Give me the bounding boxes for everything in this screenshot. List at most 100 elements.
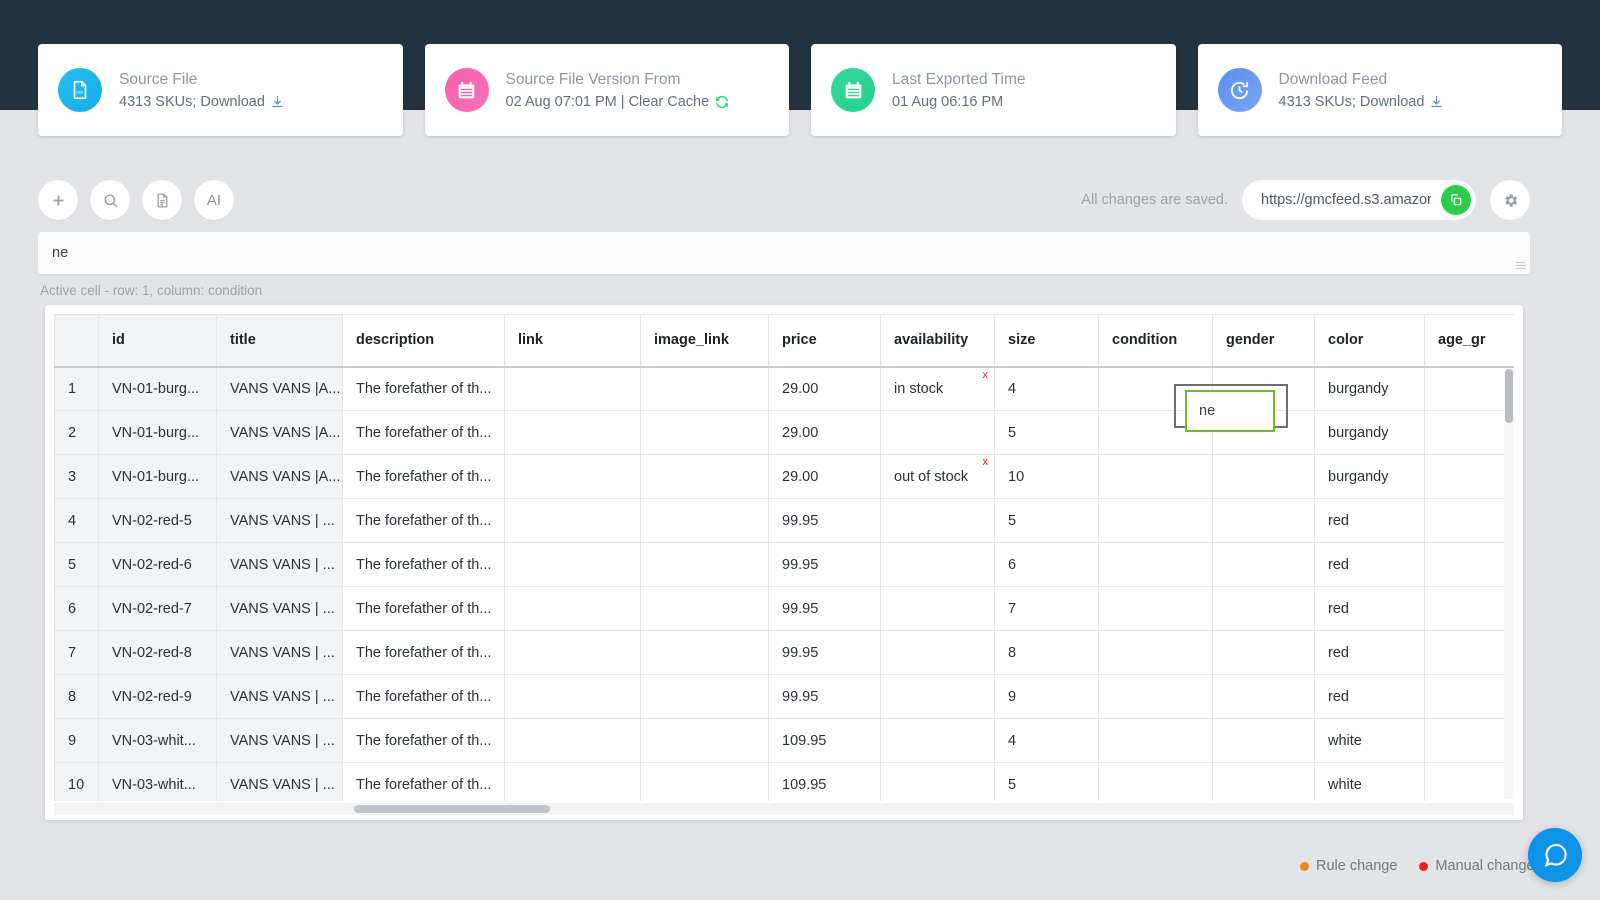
table-row[interactable]: 5 VN-02-red-6 VANS VANS | ... The forefa… xyxy=(54,542,1514,587)
cell-title[interactable]: VANS VANS |A... xyxy=(216,454,343,499)
row-number[interactable]: 3 xyxy=(54,454,99,499)
cell-color[interactable]: white xyxy=(1314,762,1425,801)
cell-title[interactable]: VANS VANS |A... xyxy=(216,366,343,411)
table-row[interactable]: 1 VN-01-burg... VANS VANS |A... The fore… xyxy=(54,366,1514,411)
cell-image-link[interactable] xyxy=(640,586,769,631)
cell-description[interactable]: The forefather of th... xyxy=(342,542,505,587)
cell-id[interactable]: VN-01-burg... xyxy=(98,410,217,455)
cell-gender[interactable] xyxy=(1212,542,1315,587)
cell-price[interactable]: 29.00 xyxy=(768,410,881,455)
cell-age-group[interactable] xyxy=(1424,542,1514,587)
cell-editor-input[interactable]: ne xyxy=(1185,390,1275,432)
cell-title[interactable]: VANS VANS | ... xyxy=(216,498,343,543)
card-source-file[interactable]: csv Source File 4313 SKUs; Download xyxy=(38,44,403,136)
cell-size[interactable]: 5 xyxy=(994,762,1099,801)
cell-title[interactable]: VANS VANS | ... xyxy=(216,762,343,801)
cell-title[interactable]: VANS VANS | ... xyxy=(216,586,343,631)
cell-image-link[interactable] xyxy=(640,454,769,499)
cell-gender[interactable] xyxy=(1212,674,1315,719)
cell-condition[interactable] xyxy=(1098,718,1213,763)
cell-size[interactable]: 4 xyxy=(994,718,1099,763)
cell-link[interactable] xyxy=(504,454,641,499)
cell-age-group[interactable] xyxy=(1424,410,1514,455)
cell-link[interactable] xyxy=(504,630,641,675)
cell-color[interactable]: red xyxy=(1314,674,1425,719)
column-header-price[interactable]: price xyxy=(768,314,881,368)
copy-url-button[interactable] xyxy=(1441,185,1471,215)
cell-availability[interactable] xyxy=(880,762,995,801)
cell-color[interactable]: red xyxy=(1314,498,1425,543)
cell-description[interactable]: The forefather of th... xyxy=(342,762,505,801)
column-header-condition[interactable]: condition xyxy=(1098,314,1213,368)
cell-image-link[interactable] xyxy=(640,630,769,675)
cell-link[interactable] xyxy=(504,498,641,543)
cell-link[interactable] xyxy=(504,674,641,719)
cell-description[interactable]: The forefather of th... xyxy=(342,586,505,631)
cell-image-link[interactable] xyxy=(640,674,769,719)
cell-gender[interactable] xyxy=(1212,498,1315,543)
feed-url-field[interactable]: https://gmcfeed.s3.amazor xyxy=(1242,180,1476,220)
cell-age-group[interactable] xyxy=(1424,630,1514,675)
cell-size[interactable]: 6 xyxy=(994,542,1099,587)
search-button[interactable] xyxy=(90,180,130,220)
cell-price[interactable]: 99.95 xyxy=(768,542,881,587)
cell-size[interactable]: 4 xyxy=(994,366,1099,411)
table-row[interactable]: 3 VN-01-burg... VANS VANS |A... The fore… xyxy=(54,454,1514,499)
cell-image-link[interactable] xyxy=(640,366,769,411)
table-row[interactable]: 6 VN-02-red-7 VANS VANS | ... The forefa… xyxy=(54,586,1514,631)
cell-image-link[interactable] xyxy=(640,410,769,455)
card-download-feed[interactable]: Download Feed 4313 SKUs; Download xyxy=(1197,44,1562,136)
cell-size[interactable]: 5 xyxy=(994,410,1099,455)
cell-condition[interactable] xyxy=(1098,498,1213,543)
cell-age-group[interactable] xyxy=(1424,586,1514,631)
cell-price[interactable]: 99.95 xyxy=(768,586,881,631)
cell-color[interactable]: red xyxy=(1314,586,1425,631)
cell-title[interactable]: VANS VANS | ... xyxy=(216,542,343,587)
cell-id[interactable]: VN-03-whit... xyxy=(98,718,217,763)
cell-title[interactable]: VANS VANS |A... xyxy=(216,410,343,455)
cell-link[interactable] xyxy=(504,542,641,587)
cell-condition[interactable] xyxy=(1098,542,1213,587)
cell-availability[interactable] xyxy=(880,586,995,631)
table-row[interactable]: 2 VN-01-burg... VANS VANS |A... The fore… xyxy=(54,410,1514,455)
row-number[interactable]: 5 xyxy=(54,542,99,587)
cell-color[interactable]: white xyxy=(1314,718,1425,763)
cell-description[interactable]: The forefather of th... xyxy=(342,718,505,763)
cell-link[interactable] xyxy=(504,586,641,631)
help-chat-button[interactable] xyxy=(1528,828,1582,882)
cell-size[interactable]: 10 xyxy=(994,454,1099,499)
row-number[interactable]: 10 xyxy=(54,762,99,801)
column-header-id[interactable]: id xyxy=(98,314,217,368)
cell-color[interactable]: red xyxy=(1314,630,1425,675)
cell-age-group[interactable] xyxy=(1424,366,1514,411)
cell-availability[interactable] xyxy=(880,410,995,455)
column-header-color[interactable]: color xyxy=(1314,314,1425,368)
table-row[interactable]: 10 VN-03-whit... VANS VANS | ... The for… xyxy=(54,762,1514,801)
table-row[interactable]: 4 VN-02-red-5 VANS VANS | ... The forefa… xyxy=(54,498,1514,543)
row-number[interactable]: 6 xyxy=(54,586,99,631)
row-number[interactable]: 4 xyxy=(54,498,99,543)
cell-color[interactable]: red xyxy=(1314,542,1425,587)
ai-button[interactable]: AI xyxy=(194,180,234,220)
row-number[interactable]: 2 xyxy=(54,410,99,455)
cell-title[interactable]: VANS VANS | ... xyxy=(216,630,343,675)
cell-condition[interactable] xyxy=(1098,762,1213,801)
column-header-age-group[interactable]: age_gr xyxy=(1424,314,1514,368)
cell-gender[interactable] xyxy=(1212,586,1315,631)
cell-image-link[interactable] xyxy=(640,498,769,543)
download-icon[interactable] xyxy=(1429,94,1444,109)
cell-color[interactable]: burgandy xyxy=(1314,410,1425,455)
table-row[interactable]: 9 VN-03-whit... VANS VANS | ... The fore… xyxy=(54,718,1514,763)
download-icon[interactable] xyxy=(270,94,285,109)
add-button[interactable] xyxy=(38,180,78,220)
horizontal-scrollbar[interactable] xyxy=(54,803,1514,815)
column-header-size[interactable]: size xyxy=(994,314,1099,368)
cell-price[interactable]: 29.00 xyxy=(768,454,881,499)
cell-price[interactable]: 109.95 xyxy=(768,718,881,763)
vertical-scrollbar-thumb[interactable] xyxy=(1505,369,1513,423)
cell-price[interactable]: 99.95 xyxy=(768,630,881,675)
cell-id[interactable]: VN-02-red-6 xyxy=(98,542,217,587)
cell-image-link[interactable] xyxy=(640,762,769,801)
cell-color[interactable]: burgandy xyxy=(1314,454,1425,499)
cell-description[interactable]: The forefather of th... xyxy=(342,630,505,675)
